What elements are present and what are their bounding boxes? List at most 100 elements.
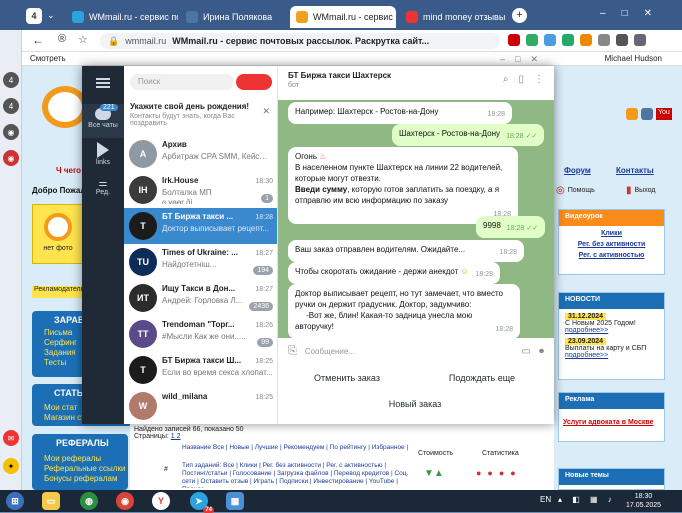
extension-icon[interactable] bbox=[562, 34, 574, 46]
menu-item-referral-links[interactable]: Реферальные ссылки bbox=[32, 463, 128, 473]
video-link-reg-activity[interactable]: Рег. с активностью bbox=[559, 252, 664, 259]
yandex-browser-icon[interactable]: Y bbox=[152, 492, 170, 510]
telegram-icon[interactable]: ➤ 74 bbox=[190, 492, 214, 513]
side-panel-button[interactable]: 4 bbox=[3, 98, 19, 114]
browser-tab[interactable]: mind money отзывы — bbox=[400, 6, 506, 28]
chat-list-item[interactable]: А Архив Арбитраж CPA SMM, Кейсы ... bbox=[124, 136, 277, 172]
folder-links[interactable]: links bbox=[82, 142, 124, 166]
extension-icon[interactable] bbox=[598, 34, 610, 46]
close-window-icon[interactable]: ✕ bbox=[644, 8, 668, 19]
new-topics-header: Новые темы bbox=[559, 469, 664, 485]
cancel-order-button[interactable]: Отменить заказ bbox=[284, 368, 410, 388]
news-more-link[interactable]: подробнее>> bbox=[565, 327, 658, 334]
bookmark-item[interactable]: Смотреть bbox=[30, 54, 66, 63]
wmmail-favicon-icon bbox=[296, 11, 308, 23]
chat-list-item[interactable]: Wwild_milana 18:25 bbox=[124, 388, 277, 424]
birthday-banner: Укажите свой день рождения! Контакты буд… bbox=[124, 98, 277, 134]
chat-preview: Арбитраж CPA SMM, Кейсы ... bbox=[162, 152, 273, 161]
menu-item-my-referrals[interactable]: Мои рефералы bbox=[32, 450, 128, 463]
maximize-icon[interactable]: □ bbox=[622, 8, 644, 19]
exit-button[interactable]: ▮ Выход bbox=[626, 185, 655, 196]
back-icon[interactable]: ← bbox=[32, 33, 44, 47]
new-order-button[interactable]: Новый заказ bbox=[284, 394, 546, 414]
page-links[interactable]: 1 2 bbox=[171, 433, 181, 440]
sort-arrows[interactable]: ▼▲ bbox=[424, 468, 444, 479]
video-link-clicks[interactable]: Клики bbox=[559, 230, 664, 237]
filter-names[interactable]: Название Все | Новые | Лучшие | Рекоменд… bbox=[182, 444, 410, 452]
bookmark-star-icon[interactable]: ☆ bbox=[78, 33, 88, 46]
chat-list-item[interactable]: TU Times of Ukraine: ... Найдотетніш... 18:… bbox=[124, 244, 277, 280]
extension-icon[interactable] bbox=[544, 34, 556, 46]
minimize-icon[interactable]: – bbox=[600, 8, 622, 19]
folder-edit[interactable]: ⚌ Ред. bbox=[82, 178, 124, 196]
browser-tab[interactable]: WMmail.ru - сервис по bbox=[66, 6, 178, 28]
wait-more-button[interactable]: Подождать еще bbox=[418, 368, 546, 388]
minimize-icon[interactable]: – bbox=[500, 54, 515, 64]
menu-icon[interactable] bbox=[96, 78, 110, 88]
contacts-link[interactable]: Контакты bbox=[616, 166, 654, 175]
maximize-icon[interactable]: □ bbox=[515, 54, 530, 64]
chat-list-item[interactable]: ИТ Ищу Такси в Дон... Андрей: Горловка Л..… bbox=[124, 280, 277, 316]
search-icon[interactable]: ⌕ bbox=[503, 74, 509, 85]
extension-icon[interactable] bbox=[580, 34, 592, 46]
message-input[interactable]: Сообщение... bbox=[305, 347, 514, 356]
new-tab-button[interactable]: + bbox=[512, 8, 527, 23]
side-panel-button[interactable]: ✦ bbox=[3, 458, 19, 474]
extension-icon[interactable] bbox=[616, 34, 628, 46]
browser-icon[interactable]: ◍ bbox=[80, 492, 98, 510]
youtube-icon[interactable]: You bbox=[656, 108, 672, 120]
chat-list-item[interactable]: IH Irk.House Болталка МП ɞ ɣɵɵr ği... 18:30 1 bbox=[124, 172, 277, 208]
search-input[interactable]: Поиск bbox=[130, 74, 234, 90]
chat-time: 18:25 bbox=[255, 394, 273, 401]
chat-list-item[interactable]: TT Trendoman "Торг... #Мысли Как же они...… bbox=[124, 316, 277, 352]
close-window-icon[interactable]: ✕ bbox=[530, 54, 548, 64]
menu-item-referral-bonuses[interactable]: Бонусы рефералам bbox=[32, 473, 128, 483]
column-cost: Стоимость bbox=[418, 450, 454, 457]
chat-list-item[interactable]: Т БТ Биржа такси Ш... Если во время секса … bbox=[124, 352, 277, 388]
language-indicator[interactable]: EN bbox=[540, 495, 551, 504]
side-panel-button[interactable]: 4 bbox=[3, 72, 19, 88]
chrome-icon[interactable]: ◉ bbox=[116, 492, 134, 510]
filter-task-types[interactable]: Тип заданий: Все | Клики | Рег. без акти… bbox=[182, 462, 410, 488]
news-more-link[interactable]: подробнее>> bbox=[565, 352, 658, 359]
avatar-initials: Т bbox=[140, 365, 146, 375]
reader-icon[interactable]: ® bbox=[58, 33, 66, 45]
forum-link[interactable]: Форум bbox=[564, 166, 591, 175]
tasks-table-area: Найдено записей 66, показано 50 Страницы… bbox=[130, 424, 554, 490]
explorer-icon[interactable]: ▭ bbox=[42, 492, 60, 510]
social-icon[interactable] bbox=[626, 108, 638, 120]
video-link-reg-no-activity[interactable]: Рег. без активности bbox=[559, 241, 664, 248]
more-icon[interactable]: ⋮ bbox=[534, 74, 544, 85]
shield-icon[interactable] bbox=[526, 34, 538, 46]
side-panel-button[interactable]: ◉ bbox=[3, 150, 19, 166]
chat-time: 18:30 bbox=[255, 178, 273, 185]
close-icon[interactable]: ✕ bbox=[262, 106, 270, 117]
social-icon[interactable] bbox=[641, 108, 653, 120]
tabs-dropdown-icon[interactable]: ⌄ bbox=[47, 10, 55, 21]
help-button[interactable]: ◎ Помощь bbox=[556, 185, 595, 196]
microphone-icon[interactable]: ⏺ bbox=[539, 346, 544, 357]
start-button[interactable]: ⊞ bbox=[6, 492, 24, 510]
bookmark-item[interactable]: Michael Hudson bbox=[605, 54, 662, 63]
chat-preview: Доктор выписывает рецепт... bbox=[162, 224, 270, 233]
message-time: 18:28 bbox=[475, 271, 493, 278]
bot-keyboard-icon[interactable]: ▭ bbox=[522, 346, 531, 357]
sidebar-toggle-icon[interactable]: ▯ bbox=[518, 74, 524, 85]
mail-icon[interactable]: ✉ bbox=[3, 430, 19, 446]
side-panel-button[interactable]: ◉ bbox=[3, 124, 19, 140]
account-avatars[interactable] bbox=[236, 74, 272, 90]
message-bubble: Чтобы скоротать ожидание - держи анекдот… bbox=[288, 262, 500, 284]
unread-badge: 221 bbox=[100, 104, 118, 111]
clock[interactable]: 18:30 17.05.2025 bbox=[626, 492, 661, 510]
folder-all-chats[interactable]: 221 Все чаты bbox=[82, 104, 124, 138]
browser-tab-active[interactable]: WMmail.ru - сервис✕ bbox=[290, 6, 396, 28]
taskbar-app-icon[interactable]: ▦ bbox=[226, 492, 244, 510]
abp-icon[interactable] bbox=[508, 34, 520, 46]
attach-icon[interactable]: ⎘ bbox=[288, 345, 297, 358]
tab-count-badge[interactable]: 4 bbox=[26, 8, 42, 24]
address-bar[interactable]: 🔒 wmmail.ru WMmail.ru - сервис почтовых … bbox=[100, 33, 500, 49]
ads-link[interactable]: Услуги адвоката в Москве bbox=[559, 409, 664, 426]
download-icon[interactable] bbox=[634, 34, 646, 46]
browser-tab[interactable]: Ирина Полякова bbox=[180, 6, 280, 28]
chat-list-item[interactable]: Т БТ Биржа такси ... Доктор выписывает рец… bbox=[124, 208, 277, 244]
